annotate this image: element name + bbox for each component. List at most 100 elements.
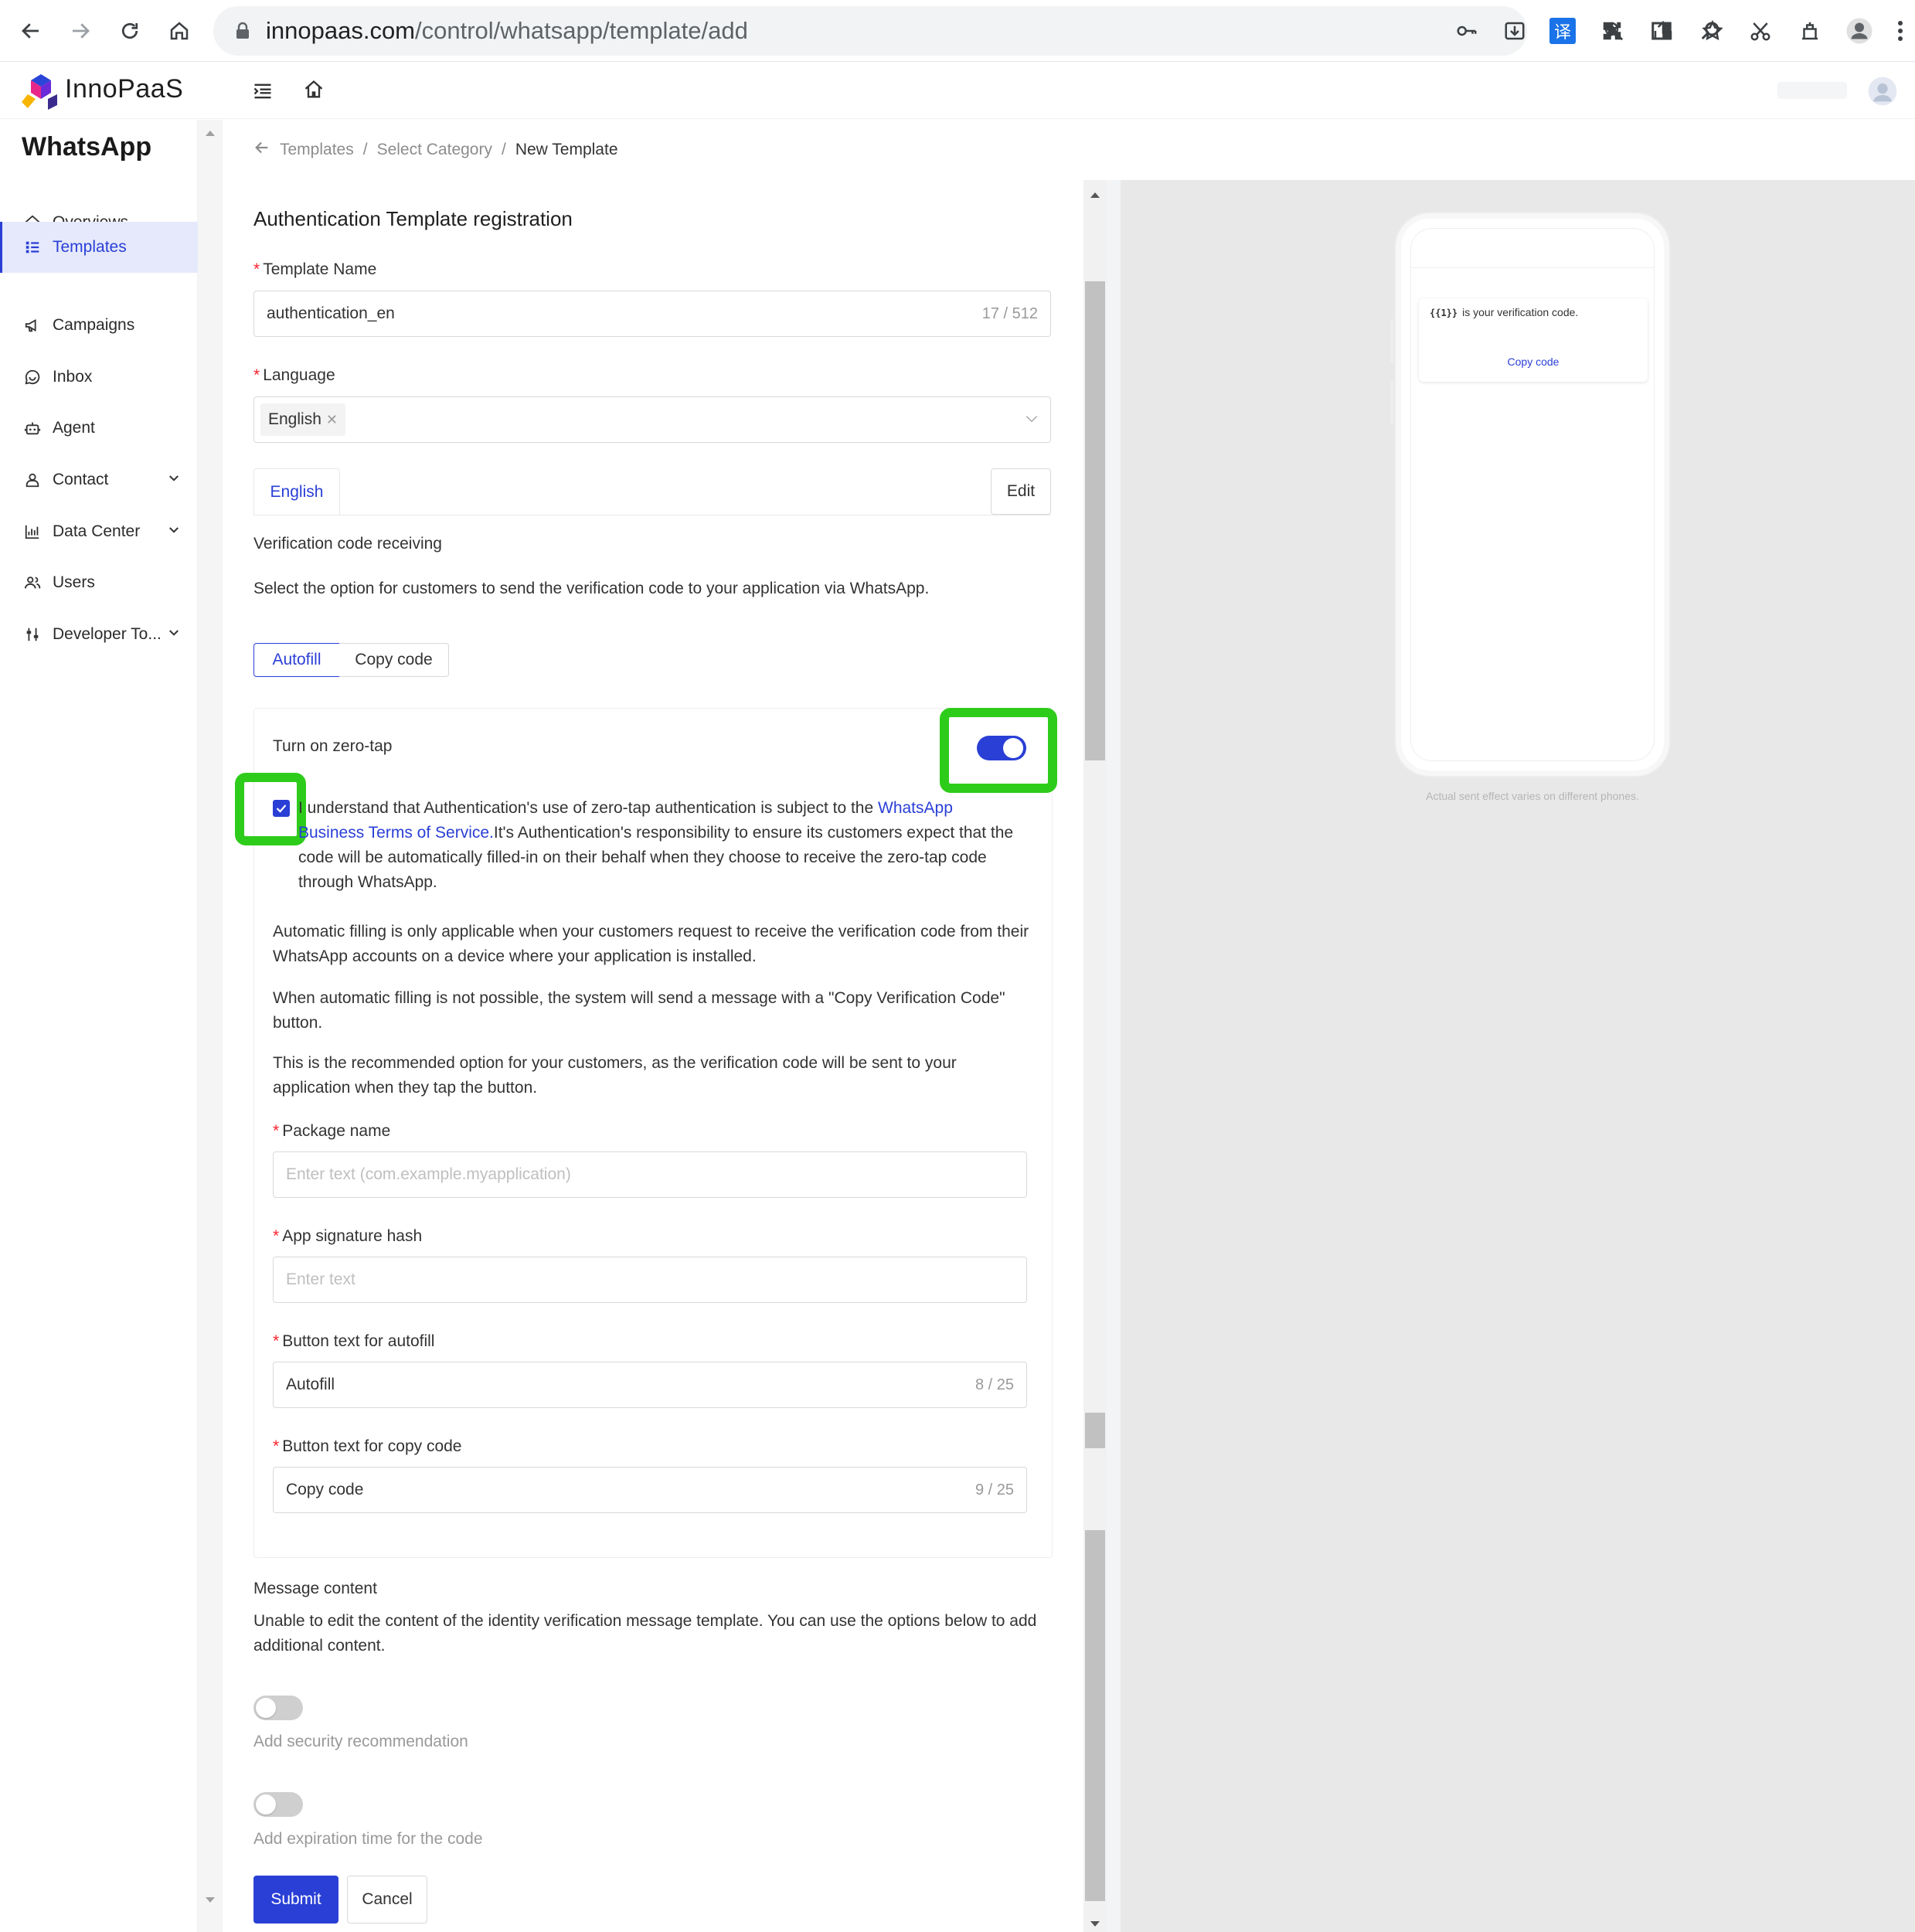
highlight-checkbox <box>235 773 306 845</box>
menu-collapse-icon[interactable] <box>252 80 274 106</box>
cancel-button[interactable]: Cancel <box>347 1876 427 1923</box>
chevron-down-icon <box>167 523 181 542</box>
sidebar-scrollbar[interactable] <box>198 120 223 1932</box>
preview-message: {{1}} is your verification code. <box>1430 306 1579 318</box>
sidebar-item-developer-tools[interactable]: Developer To... <box>0 609 198 660</box>
sidebar-item-label: Templates <box>53 238 127 256</box>
template-name-input[interactable]: authentication_en 17 / 512 <box>253 291 1051 337</box>
message-content-description: Unable to edit the content of the identi… <box>253 1612 1037 1655</box>
expiration-time-toggle[interactable] <box>253 1792 303 1817</box>
profile-icon[interactable] <box>1842 14 1876 48</box>
sidebar-item-agent[interactable]: Agent <box>0 403 198 454</box>
app-hash-input[interactable]: Enter text <box>273 1257 1027 1303</box>
translate-ext-icon[interactable]: 译 <box>1546 14 1580 48</box>
phone-side-button <box>1390 319 1393 362</box>
breadcrumb-separator: / <box>501 141 506 158</box>
key-icon[interactable] <box>1450 14 1484 48</box>
breadcrumb-templates[interactable]: Templates <box>280 141 354 159</box>
scroll-thumb[interactable] <box>1085 281 1105 760</box>
chevron-down-icon <box>167 626 181 645</box>
user-avatar[interactable] <box>1867 76 1898 111</box>
package-name-input[interactable]: Enter text (com.example.myapplication) <box>273 1151 1027 1198</box>
back-arrow-icon[interactable] <box>253 139 270 161</box>
autofill-para-3: This is the recommended option for your … <box>273 1054 957 1097</box>
sidebar-item-users[interactable]: Users <box>0 557 198 608</box>
phone-preview: {{1}} is your verification code. Copy cod… <box>1390 213 1669 776</box>
phone-side-button <box>1390 381 1393 424</box>
submit-button[interactable]: Submit <box>253 1876 338 1923</box>
tools-icon <box>23 625 42 644</box>
sidebar-item-data-center[interactable]: Data Center <box>0 506 198 557</box>
cast-icon[interactable] <box>1793 14 1827 48</box>
sidebar-item-label: Campaigns <box>53 316 135 334</box>
tab-english[interactable]: English <box>253 468 340 515</box>
autofill-button-text-label: * Button text for autofill <box>273 1332 435 1350</box>
user-name-placeholder <box>1777 82 1847 99</box>
verification-description: Select the option for customers to send … <box>253 580 930 597</box>
sidebar-item-label: Data Center <box>53 522 141 540</box>
megaphone-icon <box>23 316 42 335</box>
segment-autofill[interactable]: Autofill <box>253 643 340 677</box>
breadcrumb-separator: / <box>362 141 368 158</box>
sidebar-item-inbox[interactable]: Inbox <box>0 352 198 403</box>
scroll-down-icon[interactable] <box>1089 1919 1101 1932</box>
chevron-down-icon <box>1024 411 1039 431</box>
sidebar: WhatsApp Overviews Templates Campaigns I… <box>0 120 198 1932</box>
menu-kebab-icon[interactable] <box>1889 14 1912 48</box>
lens-icon[interactable] <box>1694 14 1728 48</box>
language-select[interactable]: English ✕ <box>253 396 1051 443</box>
scroll-up-icon[interactable] <box>204 128 216 141</box>
sidebar-item-contact[interactable]: Contact <box>0 454 198 505</box>
robot-icon <box>23 419 42 437</box>
scissors-icon[interactable] <box>1743 14 1777 48</box>
security-recommendation-toggle[interactable] <box>253 1696 303 1720</box>
sidebar-title: WhatsApp <box>22 132 152 162</box>
extensions-icon[interactable] <box>1595 14 1629 48</box>
message-bubble: {{1}} is your verification code. Copy cod… <box>1419 298 1648 382</box>
scroll-up-icon[interactable] <box>1089 189 1101 203</box>
autofill-button-text-input[interactable]: Autofill 8 / 25 <box>273 1362 1027 1408</box>
segment-copy-code[interactable]: Copy code <box>339 643 449 677</box>
chat-icon <box>23 368 42 386</box>
language-label: * Language <box>253 366 335 384</box>
browser-toolbar: innopaas.com/control/whatsapp/template/a… <box>0 0 1915 62</box>
lock-icon <box>235 22 250 44</box>
autofill-para-1: Automatic filling is only applicable whe… <box>273 923 1029 965</box>
chevron-down-icon <box>167 471 181 490</box>
preview-copy-code-button: Copy code <box>1507 355 1560 368</box>
tag-close-icon[interactable]: ✕ <box>326 412 338 428</box>
breadcrumb-new-template: New Template <box>515 141 618 158</box>
url-text: innopaas.com/control/whatsapp/template/a… <box>266 17 748 44</box>
security-recommendation-label: Add security recommendation <box>253 1733 468 1750</box>
message-content-heading: Message content <box>253 1580 377 1597</box>
back-icon[interactable] <box>14 14 48 48</box>
copy-button-text-label: * Button text for copy code <box>273 1437 462 1455</box>
address-bar[interactable]: innopaas.com/control/whatsapp/template/a… <box>213 6 1723 56</box>
highlight-toggle <box>940 708 1057 793</box>
sidebar-item-campaigns[interactable]: Campaigns <box>0 300 198 351</box>
app-hash-label: * App signature hash <box>273 1227 423 1245</box>
package-name-label: * Package name <box>273 1122 391 1140</box>
edit-button[interactable]: Edit <box>991 468 1051 515</box>
home-icon[interactable] <box>162 14 196 48</box>
sidebar-item-templates[interactable]: Templates <box>0 222 198 273</box>
scroll-down-icon[interactable] <box>204 1895 216 1909</box>
breadcrumb-select-category[interactable]: Select Category <box>377 141 492 159</box>
consent-text: I understand that Authentication's use o… <box>298 799 1014 891</box>
copy-button-text-input[interactable]: Copy code 9 / 25 <box>273 1467 1027 1513</box>
verification-heading: Verification code receiving <box>253 535 442 553</box>
users-icon <box>23 573 42 592</box>
scroll-thumb[interactable] <box>1085 1413 1105 1448</box>
copy-count: 9 / 25 <box>975 1481 1014 1498</box>
phone-header-line <box>1411 267 1654 268</box>
sidepanel-icon[interactable] <box>1645 14 1679 48</box>
sidebar-item-label: Inbox <box>53 368 93 386</box>
list-icon <box>23 238 42 257</box>
reload-icon[interactable] <box>113 14 147 48</box>
scroll-thumb[interactable] <box>1085 1530 1105 1901</box>
install-icon[interactable] <box>1498 14 1532 48</box>
zero-tap-label: Turn on zero-tap <box>273 737 393 755</box>
forward-icon[interactable] <box>63 14 97 48</box>
preview-note: Actual sent effect varies on different p… <box>1426 790 1639 802</box>
home-nav-icon[interactable] <box>303 79 325 104</box>
